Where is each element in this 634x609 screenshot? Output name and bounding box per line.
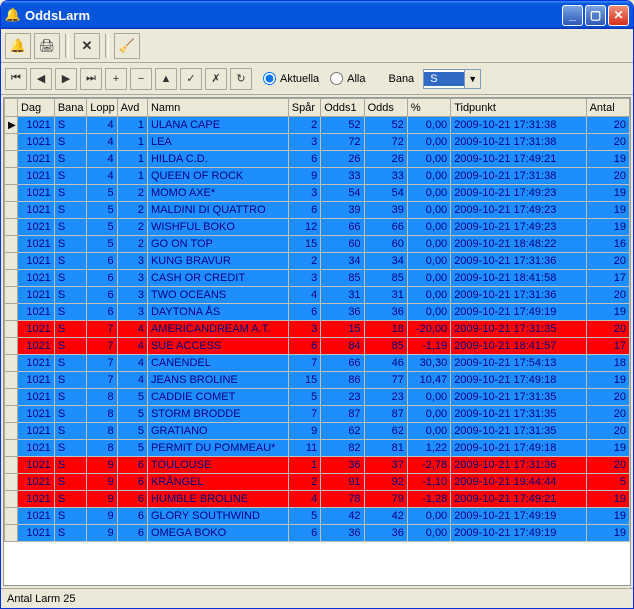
col-header[interactable]: % <box>407 99 450 117</box>
table-row[interactable]: 1021S63KUNG BRAVUR234340,002009-10-21 17… <box>5 253 630 270</box>
radio-current[interactable]: Aktuella <box>263 72 319 85</box>
close-button[interactable]: ✕ <box>608 5 629 26</box>
print-button[interactable]: 🖨 <box>34 33 60 59</box>
nav-remove-button[interactable]: − <box>130 68 152 90</box>
toolbar-top: 🔔 🖨 ✕ 🧹 <box>1 29 633 63</box>
table-row[interactable]: 1021S52MALDINI DI QUATTRO639390,002009-1… <box>5 202 630 219</box>
col-header[interactable]: Namn <box>147 99 288 117</box>
col-header[interactable]: Antal <box>586 99 629 117</box>
chevron-down-icon[interactable]: ▼ <box>464 70 480 88</box>
col-header[interactable]: Tidpunkt <box>451 99 586 117</box>
table-row[interactable]: 1021S96KRÅNGEL29192-1,102009-10-21 19:44… <box>5 474 630 491</box>
table-row[interactable]: 1021S74CANENDEL7664630,302009-10-21 17:5… <box>5 355 630 372</box>
toolbar-nav: ⏮ ◀ ▶ ⏭ + − ▲ ✓ ✗ ↻ Aktuella Alla Bana S… <box>1 63 633 95</box>
delete-button[interactable]: ✕ <box>74 33 100 59</box>
nav-reload-button[interactable]: ↻ <box>230 68 252 90</box>
table-row[interactable]: 1021S41HILDA C.D.626260,002009-10-21 17:… <box>5 151 630 168</box>
nav-cancel-button[interactable]: ✗ <box>205 68 227 90</box>
col-header[interactable]: Dag <box>17 99 54 117</box>
col-header[interactable]: Avd <box>117 99 147 117</box>
nav-add-button[interactable]: + <box>105 68 127 90</box>
table-row[interactable]: 1021S96OMEGA BOKO636360,002009-10-21 17:… <box>5 525 630 542</box>
window-title: OddsLarm <box>25 8 562 23</box>
data-grid[interactable]: DagBanaLoppAvdNamnSpårOdds1Odds%Tidpunkt… <box>3 97 631 586</box>
minimize-button[interactable]: _ <box>562 5 583 26</box>
nav-confirm-button[interactable]: ✓ <box>180 68 202 90</box>
table-row[interactable]: 1021S96GLORY SOUTHWIND542420,002009-10-2… <box>5 508 630 525</box>
main-window: 🔔 OddsLarm _ ▢ ✕ 🔔 🖨 ✕ 🧹 ⏮ ◀ ▶ ⏭ + − ▲ ✓… <box>0 0 634 609</box>
table-row[interactable]: 1021S74JEANS BROLINE15867710,472009-10-2… <box>5 372 630 389</box>
maximize-button[interactable]: ▢ <box>585 5 606 26</box>
nav-last-button[interactable]: ⏭ <box>80 68 102 90</box>
mute-button[interactable]: 🔔 <box>5 33 31 59</box>
table-row[interactable]: 1021S85CADDIE COMET523230,002009-10-21 1… <box>5 389 630 406</box>
nav-next-button[interactable]: ▶ <box>55 68 77 90</box>
table-row[interactable]: 1021S85PERMIT DU POMMEAU*1182811,222009-… <box>5 440 630 457</box>
col-header[interactable]: Bana <box>54 99 86 117</box>
col-header[interactable]: Lopp <box>87 99 117 117</box>
header-row: DagBanaLoppAvdNamnSpårOdds1Odds%Tidpunkt… <box>5 99 630 117</box>
col-header[interactable]: Odds <box>364 99 407 117</box>
table-row[interactable]: 1021S74AMERICANDREAM A.T.31518-20,002009… <box>5 321 630 338</box>
table-row[interactable]: 1021S74SUE ACCESS68485-1,192009-10-21 18… <box>5 338 630 355</box>
table-row[interactable]: 1021S85STORM BRODDE787870,002009-10-21 1… <box>5 406 630 423</box>
refresh-button[interactable]: 🧹 <box>114 33 140 59</box>
table-row[interactable]: 1021S41QUEEN OF ROCK933330,002009-10-21 … <box>5 168 630 185</box>
nav-prev-button[interactable]: ◀ <box>30 68 52 90</box>
table-row[interactable]: 1021S63DAYTONA ÅS636360,002009-10-21 17:… <box>5 304 630 321</box>
table-row[interactable]: 1021S52WISHFUL BOKO1266660,002009-10-21 … <box>5 219 630 236</box>
bana-value: S <box>424 72 464 86</box>
table-row[interactable]: 1021S63TWO OCEANS431310,002009-10-21 17:… <box>5 287 630 304</box>
status-text: Antal Larm 25 <box>7 593 75 605</box>
nav-edit-button[interactable]: ▲ <box>155 68 177 90</box>
table-row[interactable]: 1021S41LEA372720,002009-10-21 17:31:3820 <box>5 134 630 151</box>
bana-label: Bana <box>388 73 414 85</box>
col-header[interactable] <box>5 99 18 117</box>
col-header[interactable]: Spår <box>288 99 320 117</box>
table-row[interactable]: 1021S52GO ON TOP1560600,002009-10-21 18:… <box>5 236 630 253</box>
radio-all[interactable]: Alla <box>330 72 365 85</box>
nav-first-button[interactable]: ⏮ <box>5 68 27 90</box>
table-row[interactable]: 1021S52MOMO AXE*354540,002009-10-21 17:4… <box>5 185 630 202</box>
bana-combo[interactable]: S ▼ <box>423 69 481 89</box>
statusbar: Antal Larm 25 <box>1 588 633 608</box>
table-row[interactable]: 1021S96HUMBLE BROLINE47879-1,282009-10-2… <box>5 491 630 508</box>
col-header[interactable]: Odds1 <box>321 99 364 117</box>
titlebar[interactable]: 🔔 OddsLarm _ ▢ ✕ <box>1 1 633 29</box>
table-row[interactable]: 1021S85GRATIANO962620,002009-10-21 17:31… <box>5 423 630 440</box>
table-row[interactable]: 1021S96TOULOUSE13637-2,782009-10-21 17:3… <box>5 457 630 474</box>
table-row[interactable]: ▶1021S41ULANA CAPE252520,002009-10-21 17… <box>5 117 630 134</box>
table-row[interactable]: 1021S63CASH OR CREDIT385850,002009-10-21… <box>5 270 630 287</box>
app-icon: 🔔 <box>5 7 21 23</box>
